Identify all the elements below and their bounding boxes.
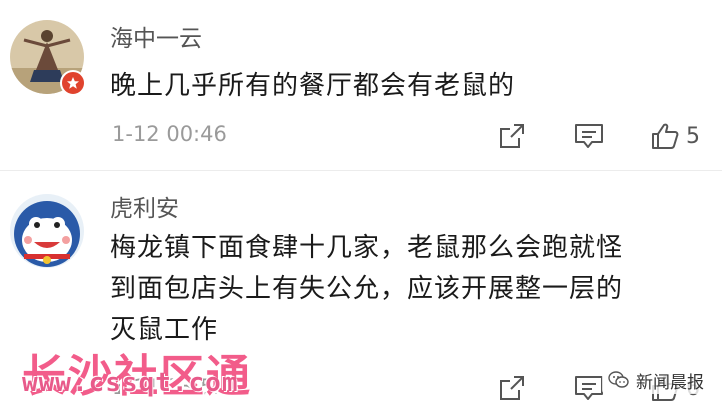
share-button[interactable] — [498, 121, 528, 151]
comment-text: 晚上几乎所有的餐厅都会有老鼠的 — [110, 66, 710, 107]
comment-username[interactable]: 海中一云 — [110, 24, 202, 54]
source-badge-label: 新闻晨报 — [636, 372, 704, 393]
reply-button[interactable] — [574, 121, 606, 151]
comment-username[interactable]: 虎利安 — [110, 194, 179, 224]
comment-text-line: 到面包店头上有失公允，应该开展整一层的 — [110, 274, 624, 304]
avatar[interactable] — [10, 194, 84, 268]
share-icon — [500, 376, 524, 400]
source-badge: 新闻晨报 — [602, 366, 710, 394]
like-button[interactable]: 5 — [650, 121, 700, 151]
comment-reply-icon — [575, 376, 603, 400]
comment-text-line: 晚上几乎所有的餐厅都会有老鼠的 — [110, 71, 516, 101]
comment-reply-icon — [575, 124, 603, 148]
like-count: 5 — [686, 123, 700, 149]
thumbs-up-icon — [652, 123, 679, 149]
wechat-icon — [608, 371, 629, 388]
comment-item: 海中一云 晚上几乎所有的餐厅都会有老鼠的 1-12 00:46 5 — [0, 0, 722, 170]
comment-timestamp: 1-12 00:46 — [112, 122, 227, 146]
verified-badge-icon — [60, 70, 86, 96]
avatar-image — [10, 194, 84, 268]
share-button[interactable] — [498, 373, 528, 403]
share-icon — [500, 124, 524, 148]
comment-text-line: 梅龙镇下面食肆十几家，老鼠那么会跑就怪 — [110, 233, 624, 263]
comment-text: 梅龙镇下面食肆十几家，老鼠那么会跑就怪 到面包店头上有失公允，应该开展整一层的 … — [110, 228, 710, 351]
watermark-url: www.cssqt.com — [22, 368, 239, 398]
